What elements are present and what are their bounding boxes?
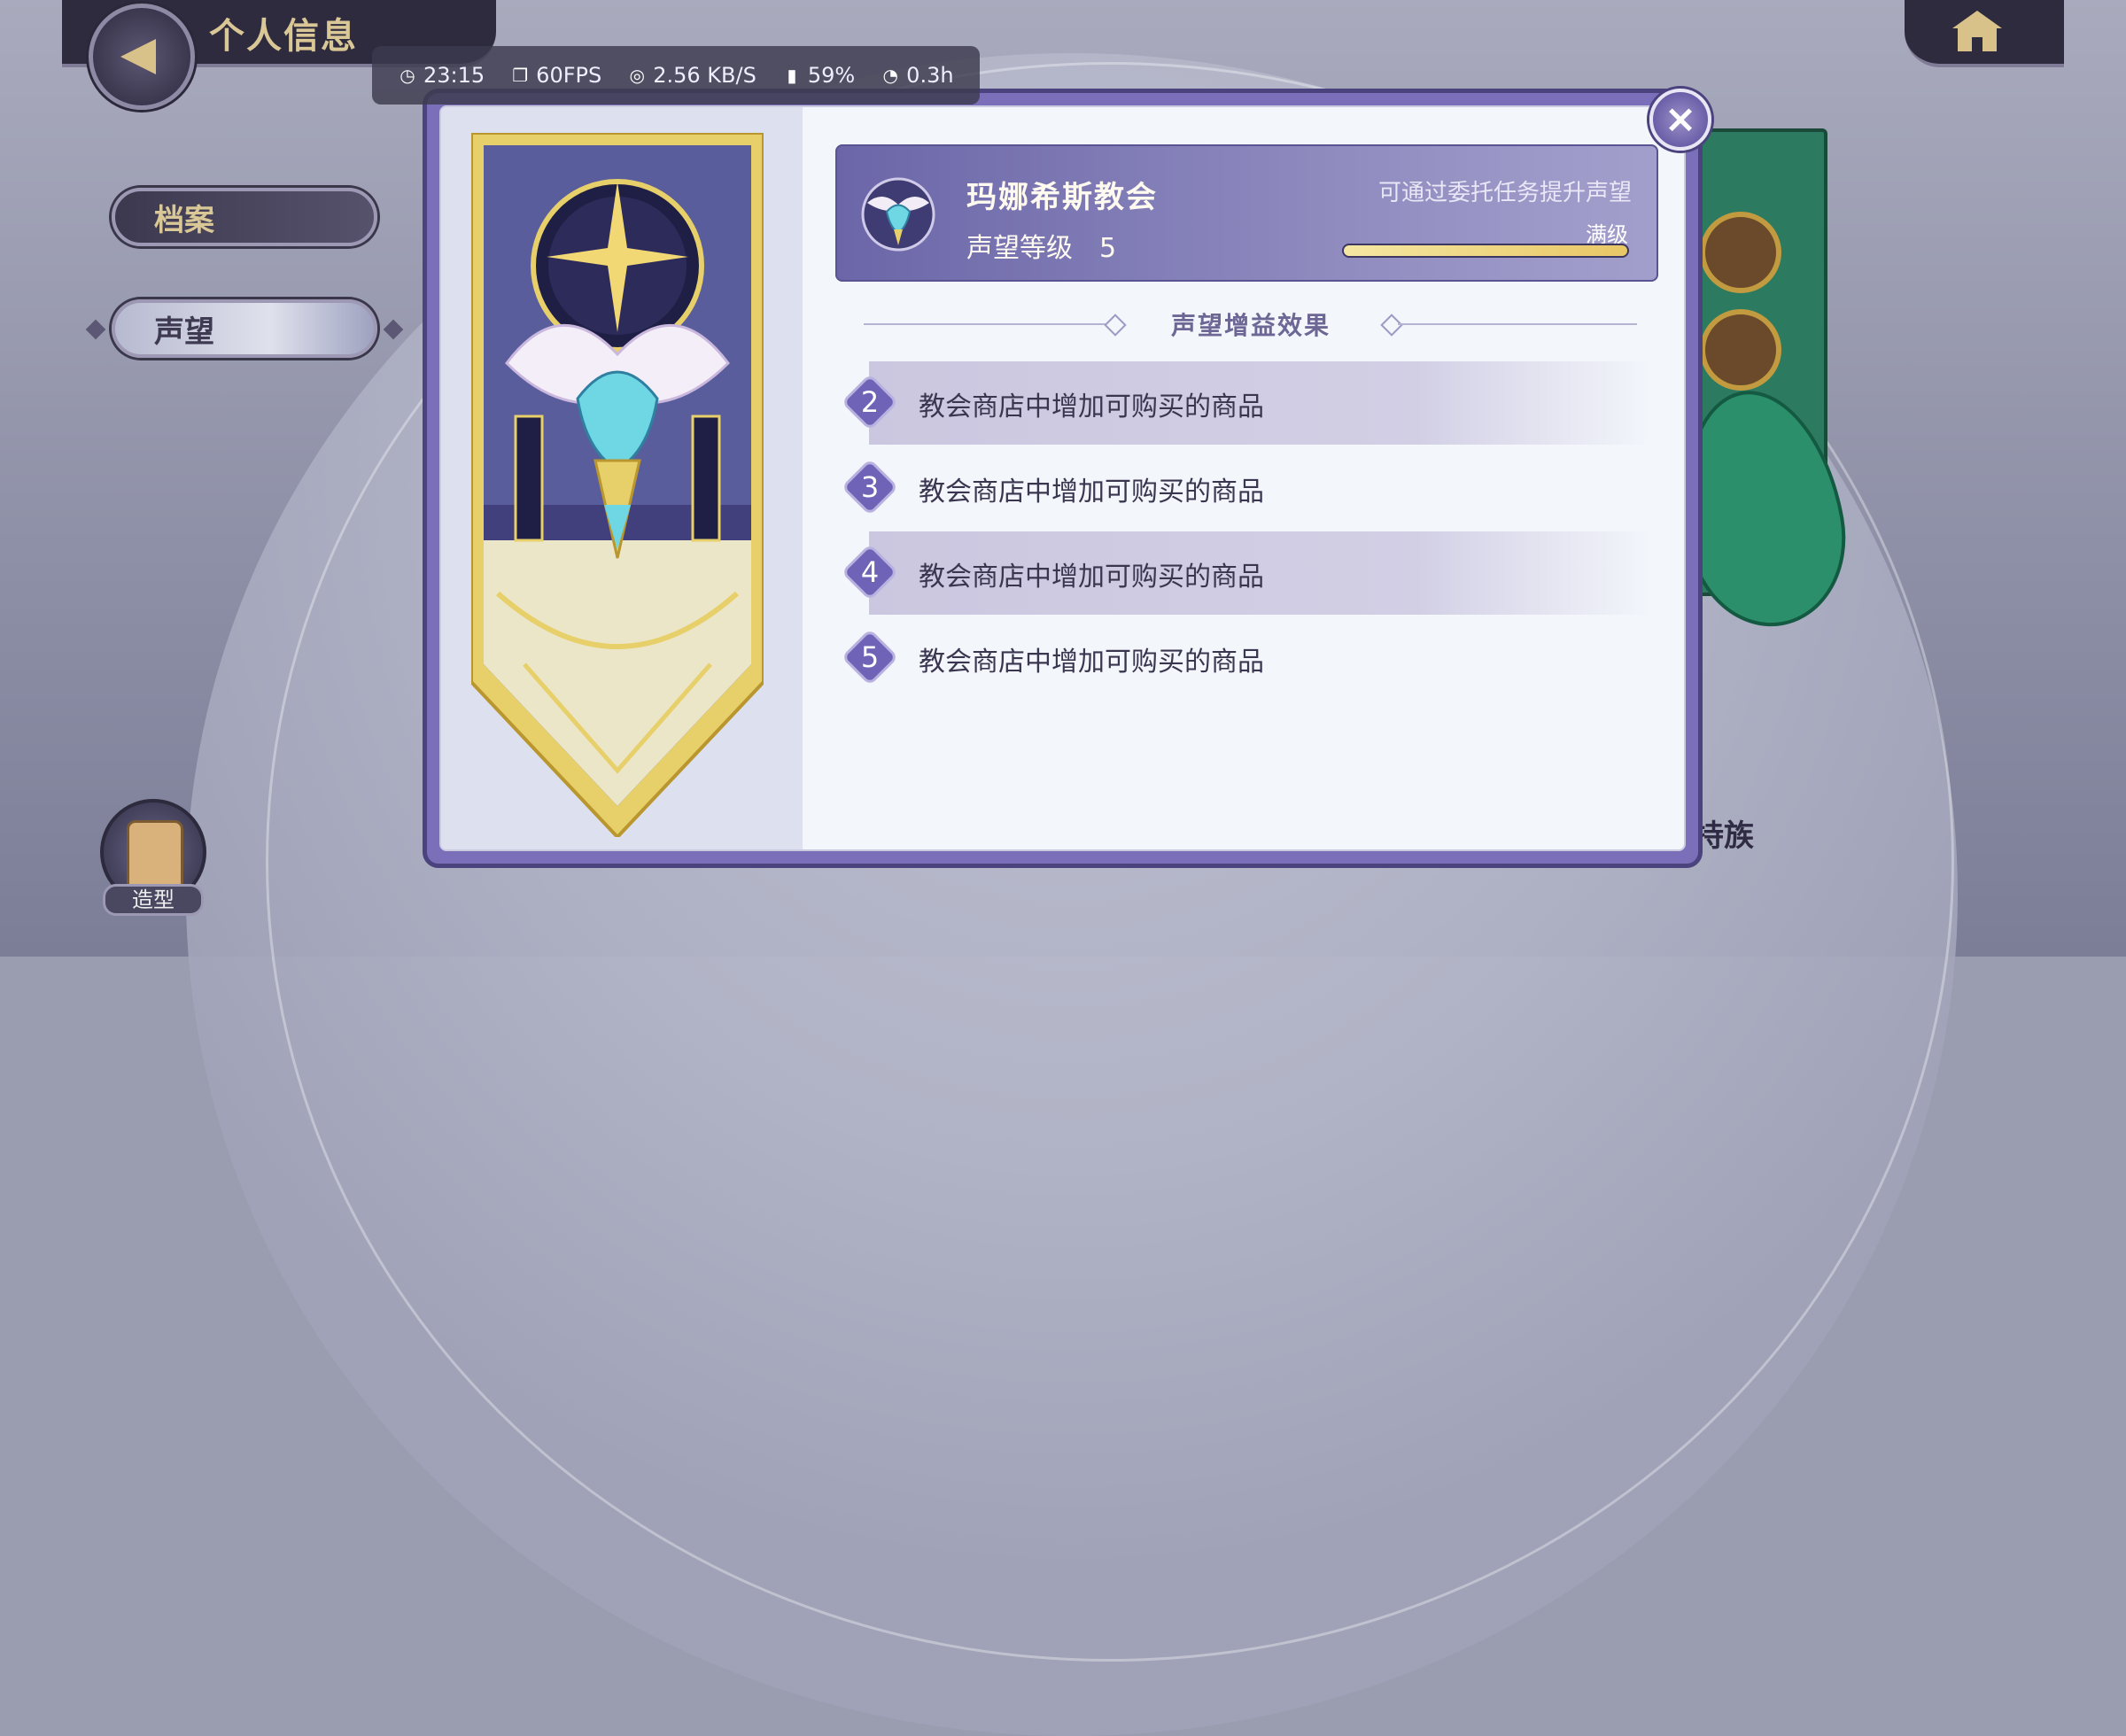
section-divider-right (1398, 323, 1637, 325)
faction-banner-emblem (471, 133, 764, 837)
effect-text: 教会商店中增加可购买的商品 (919, 477, 1264, 508)
close-icon: × (1664, 97, 1697, 142)
menu-item-reputation[interactable]: 声望 (85, 299, 404, 358)
section-title: 声望增益效果 (1171, 311, 1331, 340)
page-title: 个人信息 (209, 16, 358, 57)
status-battery: ▮ 59% (783, 63, 855, 88)
background-partial-label: 持族 (1694, 818, 1754, 854)
effect-text: 教会商店中增加可购买的商品 (919, 391, 1264, 422)
effect-row: 5 教会商店中增加可购买的商品 (837, 616, 1634, 700)
level-badge: 3 (844, 461, 896, 513)
effect-row: 4 教会商店中增加可购买的商品 (837, 531, 1652, 615)
reputation-progress-bar (1342, 244, 1629, 258)
close-button[interactable]: × (1649, 89, 1711, 151)
status-time: ◷ 23:15 (400, 63, 485, 88)
home-button[interactable] (1952, 11, 2002, 51)
copy-icon: ❐ (512, 65, 529, 86)
timer-icon: ◔ (882, 65, 898, 86)
status-network: ◎ 2.56 KB/S (629, 63, 757, 88)
reputation-progress-fill (1344, 245, 1627, 256)
level-badge: 2 (844, 376, 896, 428)
reputation-level: 声望等级 5 (966, 226, 1116, 265)
outfit-label: 造型 (103, 884, 204, 916)
level-badge: 4 (844, 546, 896, 598)
faction-emblem-icon (861, 177, 935, 252)
status-duration: ◔ 0.3h (882, 63, 954, 88)
status-fps: ❐ 60FPS (512, 63, 602, 88)
reputation-hint: 可通过委托任务提升声望 (1377, 180, 1632, 206)
effect-row: 3 教会商店中增加可购买的商品 (837, 446, 1634, 530)
level-label: 声望等级 (966, 233, 1073, 264)
menu-item-label: 档案 (154, 202, 214, 238)
clock-icon: ◷ (400, 65, 415, 86)
back-button[interactable] (89, 4, 195, 110)
level-value: 5 (1099, 233, 1117, 264)
section-divider-left (864, 323, 1119, 325)
battery-icon: ▮ (787, 65, 797, 86)
faction-name: 玛娜希斯教会 (966, 180, 1158, 215)
effect-text: 教会商店中增加可购买的商品 (919, 647, 1264, 678)
faction-header-card: 玛娜希斯教会 声望等级 5 可通过委托任务提升声望 满级 (835, 144, 1658, 282)
menu-item-label: 声望 (154, 314, 214, 350)
effect-text: 教会商店中增加可购买的商品 (919, 562, 1264, 593)
back-arrow-icon (120, 39, 156, 74)
status-overlay: ◷ 23:15 ❐ 60FPS ◎ 2.56 KB/S ▮ 59% ◔ 0.3h (372, 46, 980, 105)
level-badge: 5 (844, 632, 896, 683)
menu-item-profile[interactable]: 档案 (112, 188, 377, 246)
coat-icon (127, 820, 183, 887)
effect-row: 2 教会商店中增加可购买的商品 (837, 361, 1652, 445)
globe-icon: ◎ (629, 65, 645, 86)
home-icon (1952, 11, 2002, 28)
